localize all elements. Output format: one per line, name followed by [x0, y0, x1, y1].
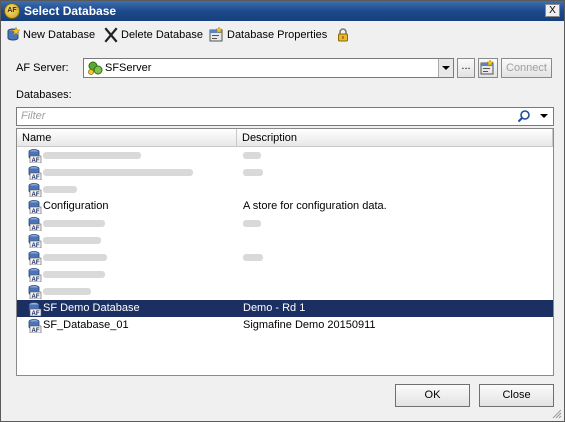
database-icon: AF	[27, 233, 42, 248]
server-properties-button[interactable]	[478, 58, 498, 78]
database-description: Sigmafine Demo 20150911	[243, 319, 376, 331]
redacted-name	[43, 288, 91, 295]
svg-text:AF: AF	[32, 175, 40, 180]
redacted-name	[43, 271, 105, 278]
redacted-name	[43, 152, 141, 159]
window-close-button[interactable]: X	[545, 4, 560, 17]
svg-text:AF: AF	[32, 243, 40, 248]
column-header-name[interactable]: Name	[17, 129, 237, 147]
close-icon: X	[549, 5, 556, 16]
close-label: Close	[502, 389, 531, 401]
database-row[interactable]: AF	[17, 283, 553, 300]
select-database-dialog: AF Select Database X New Database Delete…	[0, 0, 565, 422]
new-database-button[interactable]: New Database	[5, 26, 96, 43]
ellipsis-label: ...	[461, 60, 471, 72]
ok-button[interactable]: OK	[395, 384, 470, 407]
database-description: Demo - Rd 1	[243, 302, 306, 314]
redacted-description	[243, 152, 261, 159]
app-icon-text: AF	[7, 7, 17, 14]
redacted-description	[243, 220, 261, 227]
browse-server-button[interactable]: ...	[457, 58, 475, 78]
redacted-name	[43, 186, 77, 193]
database-icon: AF	[27, 318, 42, 333]
filter-input[interactable]: Filter	[16, 107, 554, 126]
database-row[interactable]: AF	[17, 164, 553, 181]
database-name: SF Demo Database	[43, 302, 140, 314]
database-row[interactable]: AF SF Demo Database Demo - Rd 1	[17, 300, 553, 317]
svg-text:AF: AF	[32, 192, 40, 197]
af-app-icon: AF	[4, 3, 20, 19]
new-database-label: New Database	[23, 29, 96, 41]
database-row[interactable]: AF	[17, 266, 553, 283]
database-properties-button[interactable]: Database Properties	[209, 26, 328, 43]
database-row[interactable]: AF Configuration A store for configuration…	[17, 198, 553, 215]
svg-text:AF: AF	[32, 209, 40, 214]
filter-dropdown-icon[interactable]	[540, 114, 548, 118]
redacted-name	[43, 169, 193, 176]
database-icon: AF	[27, 148, 42, 163]
databases-label: Databases:	[16, 89, 72, 101]
title-bar[interactable]: AF Select Database X	[1, 1, 564, 21]
database-row[interactable]: AF	[17, 147, 553, 164]
filter-placeholder: Filter	[21, 110, 46, 122]
delete-database-label: Delete Database	[121, 29, 203, 41]
svg-text:AF: AF	[32, 328, 40, 333]
connect-label: Connect	[506, 62, 547, 74]
delete-database-button[interactable]: Delete Database	[103, 27, 203, 43]
database-icon: AF	[27, 267, 42, 282]
database-row[interactable]: AF	[17, 232, 553, 249]
svg-text:AF: AF	[32, 311, 40, 316]
redacted-name	[43, 220, 105, 227]
window-title: Select Database	[24, 4, 117, 18]
database-name: Configuration	[43, 200, 109, 212]
database-icon: AF	[27, 301, 42, 316]
database-description: A store for configuration data.	[243, 200, 387, 212]
database-row[interactable]: AF SF_Database_01 Sigmafine Demo 20150911	[17, 317, 553, 334]
svg-text:AF: AF	[32, 158, 40, 163]
database-name: SF_Database_01	[43, 319, 129, 331]
database-icon: AF	[27, 199, 42, 214]
af-server-value: SFServer	[105, 62, 152, 74]
chevron-down-icon[interactable]	[438, 59, 453, 77]
lock-icon	[335, 27, 351, 43]
server-properties-icon	[480, 59, 494, 75]
security-lock-button[interactable]	[335, 27, 353, 43]
toolbar: New Database Delete Database Database Pr…	[1, 22, 564, 48]
delete-x-icon	[103, 27, 119, 43]
redacted-name	[43, 237, 101, 244]
database-icon: AF	[27, 216, 42, 231]
svg-text:AF: AF	[32, 277, 40, 282]
database-icon: AF	[27, 182, 42, 197]
database-icon: AF	[27, 250, 42, 265]
connect-button[interactable]: Connect	[501, 58, 552, 78]
redacted-description	[243, 254, 263, 261]
ok-label: OK	[424, 389, 441, 401]
svg-text:AF: AF	[32, 226, 40, 231]
database-row[interactable]: AF	[17, 215, 553, 232]
database-icon: AF	[27, 165, 42, 180]
redacted-name	[43, 254, 107, 261]
af-server-label: AF Server:	[16, 62, 69, 74]
svg-text:AF: AF	[32, 294, 40, 299]
server-icon	[87, 60, 103, 76]
database-row[interactable]: AF	[17, 181, 553, 198]
database-icon: AF	[27, 284, 42, 299]
search-icon[interactable]	[517, 109, 531, 123]
redacted-description	[243, 169, 263, 176]
af-server-combo[interactable]: SFServer	[83, 58, 454, 78]
resize-grip-icon[interactable]	[551, 408, 562, 419]
new-database-icon	[5, 26, 21, 43]
column-header-description[interactable]: Description	[237, 129, 553, 147]
close-button[interactable]: Close	[479, 384, 554, 407]
svg-text:AF: AF	[32, 260, 40, 265]
properties-icon	[209, 26, 225, 43]
database-row[interactable]: AF	[17, 249, 553, 266]
database-properties-label: Database Properties	[227, 29, 328, 41]
database-list[interactable]: Name Description AF AF AF AF Configuration A …	[16, 128, 554, 376]
